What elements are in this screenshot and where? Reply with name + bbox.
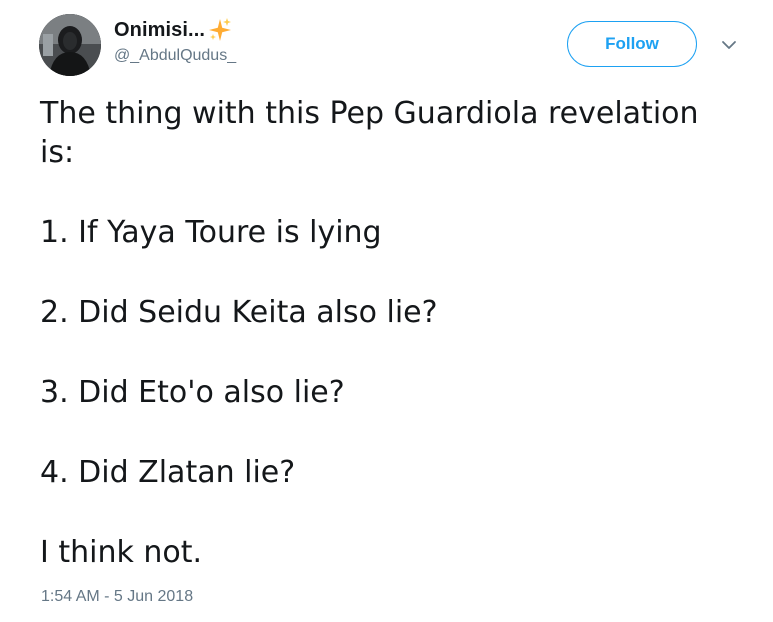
user-handle[interactable]: @_AbdulQudus_ — [114, 47, 236, 65]
tweet-line: 4. Did Zlatan lie? — [40, 455, 296, 490]
tweet-timestamp[interactable]: 1:54 AM - 5 Jun 2018 — [41, 588, 193, 606]
display-name[interactable]: Onimisi... — [114, 19, 205, 42]
tweet-text: The thing with this Pep Guardiola revela… — [40, 94, 740, 572]
tweet-line: 1. If Yaya Toure is lying — [40, 215, 382, 250]
sparkles-icon — [207, 17, 233, 43]
follow-button[interactable]: Follow — [567, 21, 697, 67]
tweet-line: The thing with this Pep Guardiola revela… — [40, 96, 699, 131]
tweet-line: 3. Did Eto'o also lie? — [40, 375, 345, 410]
name-row: Onimisi... — [114, 16, 233, 44]
chevron-down-icon[interactable] — [718, 34, 740, 56]
tweet-line: 2. Did Seidu Keita also lie? — [40, 295, 438, 330]
tweet-line: is: — [40, 135, 75, 170]
avatar-image — [39, 14, 101, 76]
tweet-card: Onimisi... @_AbdulQudus_ Follow The thin… — [0, 0, 773, 622]
avatar[interactable] — [39, 14, 101, 76]
tweet-line: I think not. — [40, 535, 203, 570]
